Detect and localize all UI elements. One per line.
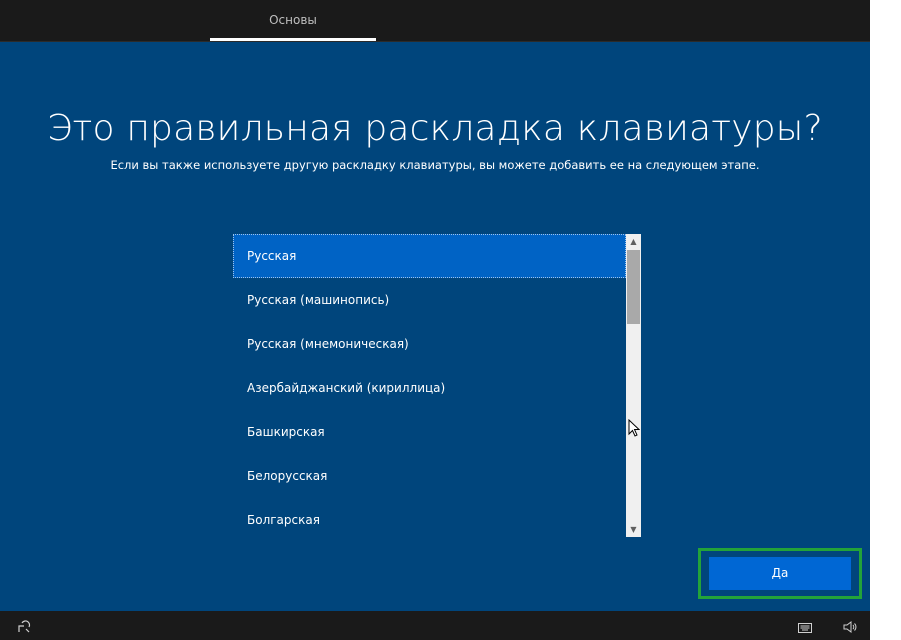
keyboard-layout-list[interactable]: Русская Русская (машинопись) Русская (мн… <box>233 234 641 537</box>
mouse-cursor-icon <box>628 419 640 437</box>
layout-item-russian[interactable]: Русская <box>233 234 626 278</box>
tab-basics: Основы <box>269 13 317 27</box>
footer-bar <box>0 611 870 640</box>
list-scrollbar[interactable]: ▲ ▼ <box>626 234 641 537</box>
layout-item-belarusian[interactable]: Белорусская <box>233 454 626 498</box>
layout-list-items: Русская Русская (машинопись) Русская (мн… <box>233 234 626 537</box>
keyboard-icon[interactable] <box>797 619 813 635</box>
accessibility-icon[interactable] <box>16 619 32 635</box>
window-edge <box>870 0 901 640</box>
tab-underline <box>210 38 376 41</box>
layout-item-bashkir[interactable]: Башкирская <box>233 410 626 454</box>
yes-button[interactable]: Да <box>709 557 851 590</box>
layout-item-russian-typewriter[interactable]: Русская (машинопись) <box>233 278 626 322</box>
setup-screen: Основы Это правильная раскладка клавиату… <box>0 0 870 640</box>
header-bar: Основы <box>0 0 870 42</box>
page-subtitle: Если вы также используете другую расклад… <box>110 158 760 172</box>
layout-item-azerbaijani-cyrillic[interactable]: Азербайджанский (кириллица) <box>233 366 626 410</box>
layout-item-bulgarian[interactable]: Болгарская <box>233 498 626 537</box>
scroll-down-icon[interactable]: ▼ <box>626 522 641 537</box>
page-title: Это правильная раскладка клавиатуры? <box>47 108 823 149</box>
layout-item-russian-mnemonic[interactable]: Русская (мнемоническая) <box>233 322 626 366</box>
scroll-thumb[interactable] <box>627 250 640 324</box>
volume-icon[interactable] <box>842 619 858 635</box>
scroll-up-icon[interactable]: ▲ <box>626 234 641 249</box>
